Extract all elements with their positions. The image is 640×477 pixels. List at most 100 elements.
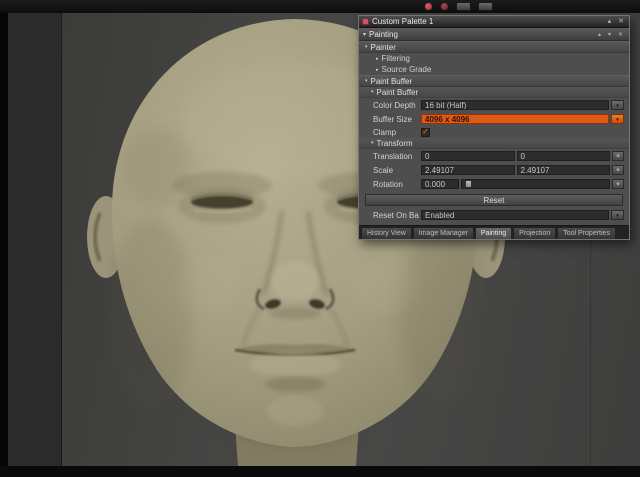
form-header-label: Painting [369,29,398,39]
section-label: Paint Buffer [370,76,413,86]
rotation-row: Rotation 0.000 ◆ [359,177,629,191]
section-painter[interactable]: ▾ Painter [359,41,629,53]
expand-icon: ▸ [376,66,379,73]
rotation-keyframe-button[interactable]: ◆ [612,179,624,189]
tab-tool-properties[interactable]: Tool Properties [557,227,616,239]
record-icon[interactable] [424,2,433,11]
section-paint-buffer[interactable]: ▾ Paint Buffer [359,75,629,87]
buffer-size-label: Buffer Size [373,114,412,124]
subsection-paint-buffer[interactable]: ▾ Paint Buffer [359,87,629,98]
palette-bottom-tabs: History View Image Manager Painting Proj… [359,225,629,239]
expand-icon: ▸ [376,55,379,62]
subsection-transform[interactable]: ▾ Transform [359,138,629,149]
scale-y-value: 2.49107 [520,165,550,175]
form-header-painting[interactable]: ▾ Painting ▴ ▾ ✕ [359,28,629,41]
subsection-label: Paint Buffer [376,87,419,97]
toolbar-icon-group [424,2,493,11]
buffer-size-value: 4096 x 4096 [425,114,470,124]
clamp-checkbox[interactable]: ✓ [421,126,430,137]
palette-body: ▾ Painter ▸ Filtering ▸ Source Grade ▾ P… [359,41,629,225]
color-depth-dropdown-arrow[interactable]: ▼ [611,100,624,110]
chevron-down-icon: ▼ [615,212,620,218]
color-depth-value: 16 bit (Half) [425,100,467,110]
buffer-size-dropdown[interactable]: 4096 x 4096 [421,114,609,124]
scale-x-value: 2.49107 [425,165,454,175]
translation-y-value: 0 [520,151,525,161]
scale-x-field[interactable]: 2.49107 [421,165,515,175]
slider-handle[interactable] [465,180,472,188]
reset-on-bake-dropdown-arrow[interactable]: ▼ [611,210,624,220]
chevron-down-icon: ▼ [615,116,620,122]
color-depth-row: Color Depth 16 bit (Half) ▼ [359,98,629,112]
reset-on-bake-dropdown[interactable]: Enabled [421,210,609,220]
tab-projection[interactable]: Projection [513,227,557,239]
scale-row: Scale 2.49107 2.49107 ◆ [359,163,629,177]
rotation-field[interactable]: 0.000 [421,179,459,189]
collapse-icon: ▾ [365,78,368,84]
collapse-icon: ▾ [365,44,368,50]
clamp-label: Clamp [373,127,397,137]
scale-y-field[interactable]: 2.49107 [516,165,610,175]
palette-icon [362,18,369,25]
collapse-icon: ▾ [371,140,374,146]
form-rollup-icon[interactable]: ▴ [596,31,603,38]
left-toolbar-rail [8,13,62,466]
record-alt-icon[interactable] [440,2,449,11]
translation-keyframe-button[interactable]: ◆ [612,151,624,161]
translation-x-field[interactable]: 0 [421,151,515,161]
palette-title: Custom Palette 1 [372,17,434,26]
window-bottom-edge [0,466,640,477]
check-icon: ✓ [422,126,429,136]
color-depth-label: Color Depth [373,100,416,110]
reset-on-bake-label: Reset On Bake [373,210,419,220]
reset-row: Reset [359,191,629,208]
palette-titlebar[interactable]: Custom Palette 1 ▴ ✕ [359,16,629,28]
form-collapse-icon[interactable]: ▾ [606,31,613,38]
section-filtering[interactable]: ▸ Filtering [359,53,629,64]
form-close-icon[interactable]: ✕ [616,31,625,38]
rotation-slider[interactable] [461,179,610,189]
reset-button[interactable]: Reset [365,194,623,206]
window-left-edge [0,0,8,477]
toolbar-button[interactable] [478,2,493,11]
tab-label: Projection [519,230,551,237]
color-depth-dropdown[interactable]: 16 bit (Half) [421,100,609,110]
section-label: Painter [370,42,396,52]
rollup-icon[interactable]: ▴ [606,16,614,27]
tab-label: History View [367,230,406,237]
tab-history-view[interactable]: History View [361,227,412,239]
chevron-down-icon: ▼ [615,102,620,108]
top-toolbar [0,0,640,13]
translation-y-field[interactable]: 0 [516,151,610,161]
reset-on-bake-row: Reset On Bake Enabled ▼ [359,208,629,222]
tab-label: Tool Properties [563,230,610,237]
toolbar-button[interactable] [456,2,471,11]
collapse-icon: ▾ [371,89,374,95]
rotation-label: Rotation [373,179,403,189]
collapse-icon: ▾ [363,31,367,38]
translation-label: Translation [373,151,413,161]
tab-image-manager[interactable]: Image Manager [412,227,474,239]
subsection-label: Transform [376,138,413,148]
custom-palette-window: Custom Palette 1 ▴ ✕ ▾ Painting ▴ ▾ ✕ ▾ … [358,15,630,240]
reset-button-label: Reset [483,195,505,205]
tab-label: Painting [480,230,507,237]
buffer-size-dropdown-arrow[interactable]: ▼ [611,114,624,124]
keyframe-icon: ◆ [616,153,620,159]
scale-label: Scale [373,165,394,175]
section-source-grade[interactable]: ▸ Source Grade [359,64,629,75]
tab-label: Image Manager [418,230,468,237]
clamp-row: Clamp ✓ [359,126,629,138]
close-icon[interactable]: ✕ [616,16,626,27]
rotation-value: 0.000 [425,179,446,189]
scale-keyframe-button[interactable]: ◆ [612,165,624,175]
app-window: Custom Palette 1 ▴ ✕ ▾ Painting ▴ ▾ ✕ ▾ … [0,0,640,477]
section-label: Source Grade [381,65,432,74]
reset-on-bake-value: Enabled [425,210,455,220]
translation-row: Translation 0 0 ◆ [359,149,629,163]
keyframe-icon: ◆ [616,181,620,187]
keyframe-icon: ◆ [616,167,620,173]
tab-painting[interactable]: Painting [474,227,513,239]
section-label: Filtering [381,54,410,63]
buffer-size-row: Buffer Size 4096 x 4096 ▼ [359,112,629,126]
